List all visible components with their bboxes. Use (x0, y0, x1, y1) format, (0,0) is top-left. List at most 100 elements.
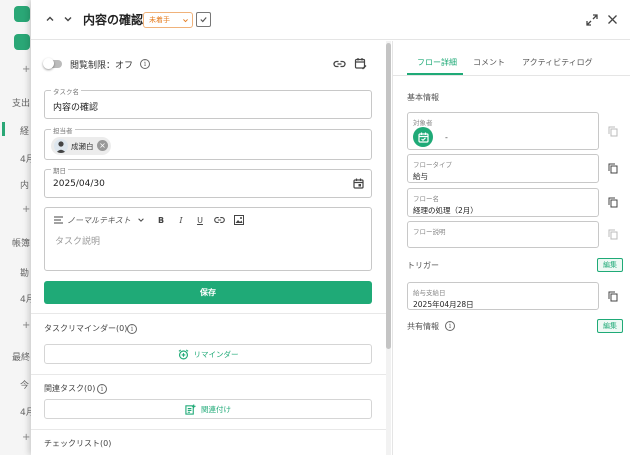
plus-icon: + (22, 204, 31, 215)
tab-flow-detail[interactable]: フロー詳細 (417, 57, 457, 68)
task-name-label: タスク名 (51, 86, 81, 96)
bg-text: 支出 (12, 99, 31, 109)
description-placeholder: タスク説明 (55, 237, 101, 247)
status-select[interactable]: 未着手 (143, 12, 193, 28)
flow-panel: フロー詳細 コメント アクティビティログ 基本情報 対象者 - フロータイプ 給… (392, 41, 630, 455)
target-value: - (445, 133, 448, 142)
copy-icon (608, 229, 618, 240)
avatar (54, 139, 68, 153)
chevron-down-icon[interactable] (61, 12, 75, 26)
info-icon[interactable]: i (97, 384, 107, 394)
reminder-section-label: タスクリマインダー(0) (44, 323, 127, 334)
assignee-name: 成瀬白 (71, 142, 94, 151)
due-date-value: 2025/04/30 (53, 179, 105, 189)
flow-desc-label: フロー説明 (413, 228, 446, 236)
image-icon[interactable] (233, 214, 245, 226)
reminder-button-label: リマインダー (193, 349, 239, 359)
remove-icon[interactable]: × (97, 140, 108, 151)
underline-button[interactable]: U (195, 214, 205, 226)
form-scrollbar[interactable] (386, 41, 391, 455)
add-reminder-button[interactable]: リマインダー (44, 344, 372, 364)
plus-icon: + (22, 432, 31, 443)
flow-type-field: フロータイプ 給与 (407, 154, 599, 183)
plus-icon: + (22, 64, 31, 75)
scrollbar-thumb[interactable] (386, 43, 391, 349)
bg-active-bar (2, 122, 5, 136)
save-button[interactable]: 保存 (44, 281, 372, 304)
format-label: ノーマルテキスト (67, 215, 131, 225)
copy-icon[interactable] (608, 197, 618, 208)
target-label: 対象者 (413, 119, 433, 127)
info-icon[interactable]: i (445, 321, 455, 331)
due-date-label: 期日 (51, 165, 68, 175)
copy-icon[interactable] (608, 291, 618, 302)
related-button-label: 関連付け (201, 404, 231, 414)
text-format-icon (53, 214, 63, 226)
task-name-value: 内容の確認 (53, 103, 99, 113)
assignee-chip[interactable]: 成瀬白 × (51, 137, 111, 155)
bold-button[interactable]: B (156, 214, 166, 226)
divider (31, 374, 386, 375)
note-add-icon (185, 403, 196, 415)
link-task-button[interactable]: 関連付け (44, 399, 372, 419)
reminder-label: タスクリマインダー(0) (44, 324, 128, 333)
payday-label: 給与支給日 (413, 289, 446, 297)
link-icon[interactable] (333, 58, 346, 70)
flow-name-field: フロー名 経理の処理（2月） (407, 188, 599, 217)
close-icon[interactable] (605, 12, 620, 27)
bg-text: 内 (20, 181, 30, 191)
tab-activity-log[interactable]: アクティビティログ (522, 57, 593, 68)
flow-type-value: 給与 (413, 172, 428, 181)
alarm-add-icon (178, 348, 188, 359)
page-title: 内容の確認 (83, 13, 144, 27)
info-icon[interactable]: i (127, 324, 137, 334)
dialog-header: 内容の確認 未着手 (31, 0, 630, 40)
format-select[interactable]: ノーマルテキスト (67, 214, 145, 226)
assignee-label: 担当者 (51, 125, 75, 135)
divider (31, 429, 386, 430)
description-editor[interactable]: ノーマルテキスト B I U タスク説明 (44, 207, 372, 271)
app-icon (14, 34, 30, 50)
flow-desc-field: フロー説明 (407, 221, 599, 248)
related-label: 関連タスク(0) (44, 384, 96, 393)
link-icon[interactable] (213, 214, 225, 226)
checklist-section-label: チェックリスト(0) (44, 439, 112, 448)
flow-name-label: フロー名 (413, 195, 439, 203)
visibility-toggle[interactable] (43, 58, 62, 69)
visibility-row: 閲覧制限：オフ i (43, 57, 374, 71)
target-field: 対象者 - (407, 112, 599, 150)
calendar-icon[interactable] (353, 178, 364, 189)
edit-shared-button[interactable]: 編集 (597, 319, 623, 333)
bg-text: 今 (20, 381, 30, 391)
payday-field: 給与支給日 2025年04月28日 (407, 282, 599, 310)
bg-text: 経 (20, 127, 30, 137)
flow-type-label: フロータイプ (413, 161, 452, 169)
divider (31, 313, 386, 314)
bg-text: 勘 (20, 269, 30, 279)
basic-info-heading: 基本情報 (407, 93, 439, 102)
edit-trigger-button[interactable]: 編集 (597, 258, 623, 272)
chevron-up-icon[interactable] (43, 12, 57, 26)
copy-icon[interactable] (608, 163, 618, 174)
bg-text: 帳簿 (12, 239, 31, 249)
bg-text: 最終 (12, 353, 31, 363)
shared-info-heading: 共有情報 (407, 322, 439, 331)
task-detail-dialog: 内容の確認 未着手 閲覧制限：オフ i タスク名 内容の確認 担当者 成瀬白 ×… (31, 0, 630, 455)
visibility-label: 閲覧制限：オフ (70, 61, 134, 71)
check-icon (200, 17, 207, 23)
app-icon (14, 6, 30, 22)
calendar-edit-icon[interactable] (354, 57, 367, 70)
assignee-field[interactable]: 担当者 成瀬白 × (44, 125, 372, 160)
chevron-down-icon (183, 19, 188, 23)
complete-checkbox[interactable] (196, 12, 211, 27)
info-icon[interactable]: i (140, 59, 150, 69)
plus-icon: + (22, 320, 31, 331)
calendar-check-icon (413, 127, 433, 147)
payday-value: 2025年04月28日 (413, 300, 474, 309)
due-date-field[interactable]: 期日 2025/04/30 (44, 165, 372, 198)
task-name-field[interactable]: タスク名 内容の確認 (44, 86, 372, 119)
trigger-heading: トリガー (407, 261, 439, 270)
tab-comment[interactable]: コメント (473, 57, 505, 68)
italic-button[interactable]: I (176, 214, 186, 226)
expand-icon[interactable] (584, 12, 599, 27)
